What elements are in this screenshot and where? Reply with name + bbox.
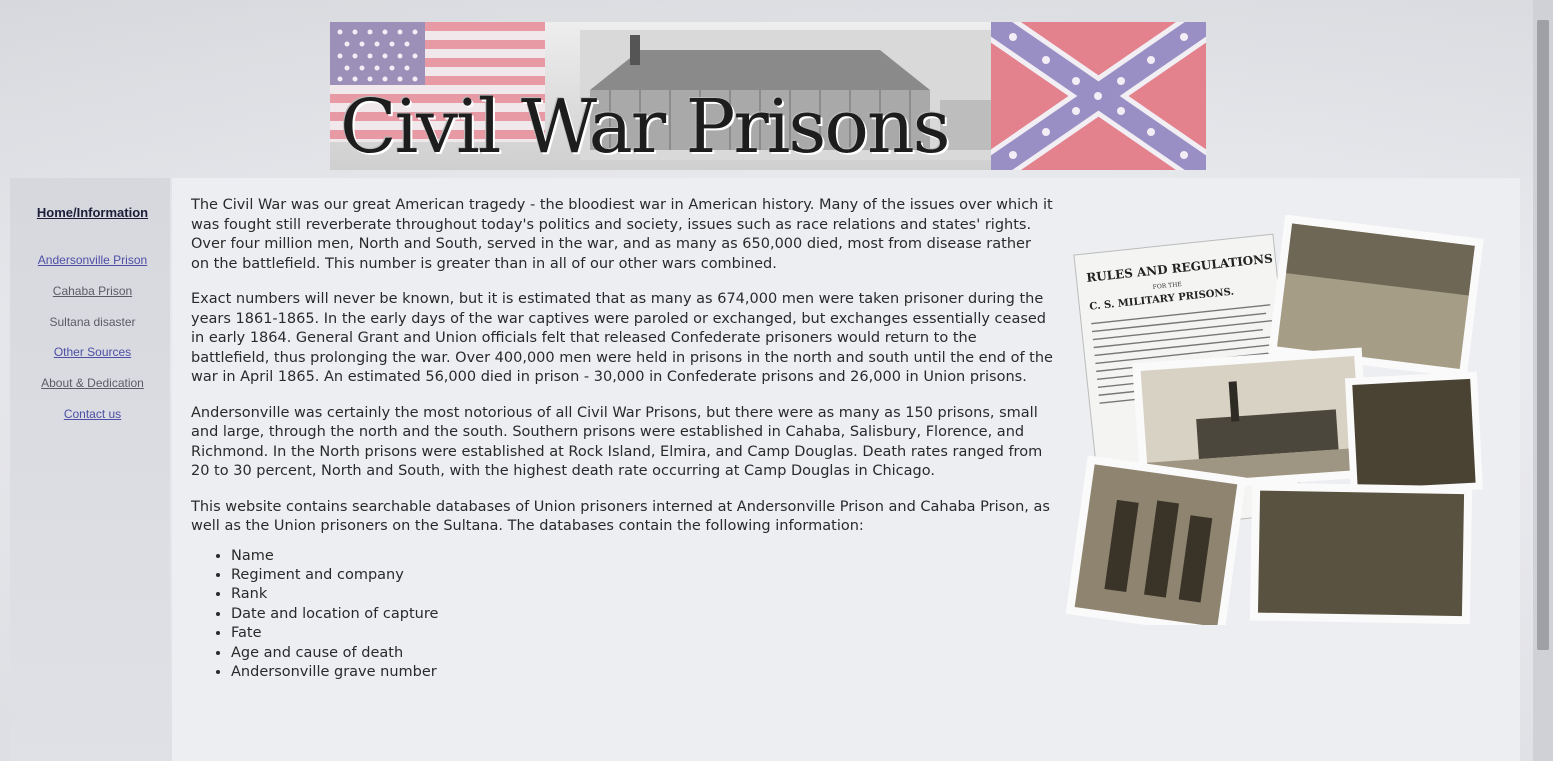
nav-cahaba[interactable]: Cahaba Prison [10, 284, 175, 298]
field-camp-photo [1249, 482, 1473, 625]
site-banner: Civil War Prisons [330, 22, 1206, 170]
article-text: The Civil War was our great American tra… [191, 196, 1053, 682]
confederate-flag-image [991, 22, 1206, 170]
soldiers-portrait-photo [1066, 455, 1247, 625]
nav-other-sources[interactable]: Other Sources [10, 345, 175, 359]
sidebar-nav: Home/Information Andersonville Prison Ca… [10, 178, 170, 761]
database-fields-list: Name Regiment and company Rank Date and … [191, 547, 1053, 683]
paragraph-prisons: Andersonville was certainly the most not… [191, 404, 1043, 480]
list-item: Rank [231, 585, 1053, 604]
site-title: Civil War Prisons [340, 84, 951, 170]
soldiers-group-photo [1344, 371, 1483, 497]
nav-contact[interactable]: Contact us [10, 407, 175, 421]
nav-home[interactable]: Home/Information [10, 205, 175, 220]
paragraph-databases: This website contains searchable databas… [191, 498, 1050, 535]
list-item: Andersonville grave number [231, 663, 1053, 682]
list-item: Regiment and company [231, 566, 1053, 585]
list-item: Age and cause of death [231, 644, 1053, 663]
list-item: Fate [231, 624, 1053, 643]
scrollbar-thumb[interactable] [1537, 20, 1549, 650]
list-item: Name [231, 547, 1053, 566]
nav-sultana[interactable]: Sultana disaster [10, 315, 175, 329]
paragraph-intro: The Civil War was our great American tra… [191, 197, 1053, 272]
list-item: Date and location of capture [231, 605, 1053, 624]
nav-andersonville[interactable]: Andersonville Prison [10, 253, 175, 267]
nav-about[interactable]: About & Dedication [10, 376, 175, 390]
photo-collage: RULES AND REGULATIONS FOR THE C. S. MILI… [1066, 215, 1484, 625]
paragraph-prisoners: Exact numbers will never be known, but i… [191, 291, 1053, 385]
